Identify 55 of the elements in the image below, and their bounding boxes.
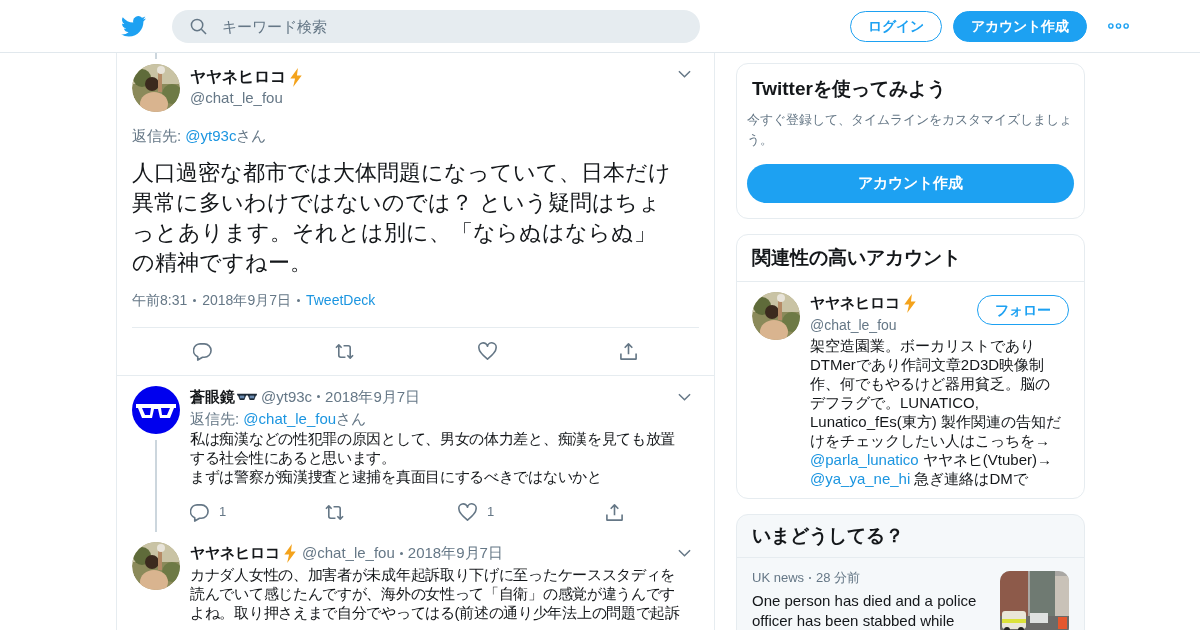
mention-link[interactable]: @ya_ya_ne_hi [810,469,911,487]
card-title: 関連性の高いアカウント [737,234,1084,282]
news-headline[interactable]: One person has died and a police officer has been stabbed while [752,590,990,630]
tweet-date[interactable]: 2018年9月7日 [407,542,503,565]
user-name[interactable]: ヤヤネヒロコ [190,65,286,89]
share-icon[interactable] [618,341,638,361]
mention-link[interactable]: @chat_le_fou [243,410,337,427]
like-icon[interactable] [458,502,477,522]
mention-link[interactable]: @yt93c [185,127,237,144]
retweet-icon[interactable] [334,341,356,361]
avatar-icon [132,385,180,434]
news-category: UK news [752,569,805,587]
reply-to-text: 返信先: @yt93cさん [132,126,268,146]
signup-button[interactable]: アカウント作成 [953,11,1087,42]
user-handle[interactable]: @chat_le_fou [190,89,668,107]
reply-icon[interactable] [190,502,209,522]
card-subtitle: 今すぐ登録して、タイムラインをカスタマイズしましょう。 [747,110,1073,149]
like-icon[interactable] [477,341,497,361]
share-icon[interactable] [605,502,624,522]
reply-icon[interactable] [193,341,213,361]
tweet-time: 午前8:31 [132,290,188,310]
user-name[interactable]: ヤヤネヒロコ [810,292,900,315]
lightning-icon [288,67,304,87]
user-handle[interactable]: @chat_le_fou [302,542,395,565]
user-handle[interactable]: @chat_le_fou [810,314,918,336]
mention-link[interactable]: @parla_lunatico [810,450,919,468]
like-count: 1 [487,503,495,522]
chevron-down-icon[interactable] [678,70,691,78]
account-bio: 架空造園業。ボーカリストでありDTMerであり作詞文章2D3D映像制作、何でもやるけど器用貧乏。脳のデフラグで。LUNATICO, Lunatico_fEs(東方) 製作関連の告知だけをチェックしたい人はこっちを→ @parla_lunatico ヤヤネヒ(Vtuber)→ @ya_ya_ne_hi 急ぎ連絡はDMで [810,335,1062,488]
bird-logo-icon[interactable] [121,16,146,37]
tweet-date[interactable]: 2018年9月7日 [325,385,421,408]
login-button[interactable]: ログイン [850,11,942,42]
card-title: Twitterを使ってみよう [751,77,947,101]
reply-to-text: 返信先: @chat_le_fouさん [190,409,368,429]
lightning-icon [902,293,918,313]
signup-button[interactable]: アカウント作成 [747,163,1074,203]
chevron-down-icon[interactable] [678,549,691,558]
news-age: 28 分前 [816,569,861,587]
search-field[interactable]: キーワード検索 [172,10,700,43]
tweet-text: カナダ人女性の、加害者が未成年起訴取り下げに至ったケーススタディを 読んでいて感じたんですが、海外の女性って「自衛」の感覚が違うんです よね。取り押さえまで自分でやってはる(前述の通り少年法上の問題で起訴 [190,564,681,622]
tweet-text: 私は痴漢などの性犯罪の原因として、男女の体力差と、痴漢を見ても放置 する社会性にあると思います。 まずは警察が痴漢捜査と逮捕を真面目にするべきではないかと [190,429,677,486]
reply-count: 1 [219,503,227,522]
more-icon[interactable] [1108,23,1129,29]
chevron-down-icon[interactable] [678,392,691,401]
user-name[interactable]: ヤヤネヒロコ [190,542,280,565]
source-link[interactable]: TweetDeck [305,289,376,311]
card-title: いまどうしてる？ [737,514,1084,558]
lightning-icon [282,543,298,563]
glasses-icon [237,392,257,402]
tweet-text: 人口過密な都市では大体問題になっていて、日本だけ 異常に多いわけではないのでは？ という疑問はちょ っとあります。それとは別に、「ならぬはならぬ」 の精神ですねー。 [132,158,672,277]
user-handle[interactable]: @yt93c [261,385,313,408]
search-icon [190,18,207,35]
retweet-icon[interactable] [324,502,345,522]
tweet-date: 2018年9月7日 [202,290,291,310]
user-name[interactable]: 蒼眼鏡 [190,385,235,408]
